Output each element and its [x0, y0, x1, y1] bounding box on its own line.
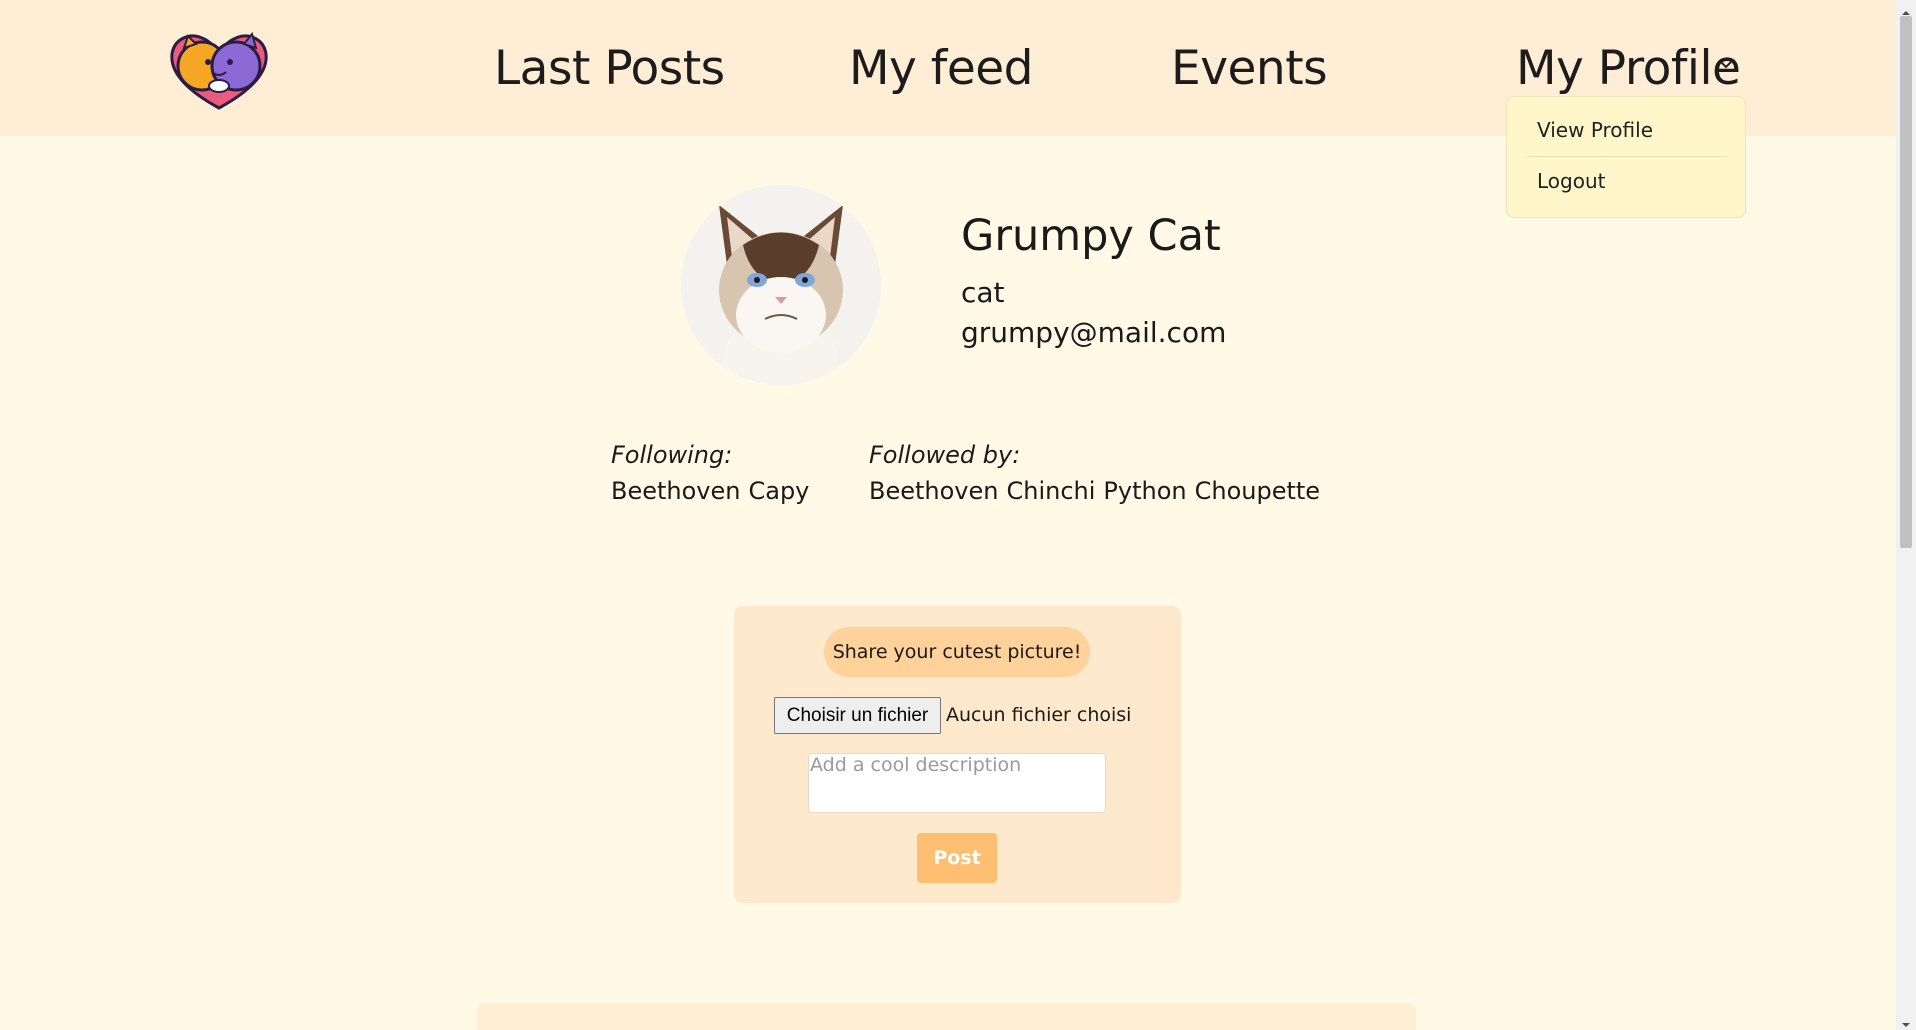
follower-user[interactable]: Python: [1103, 477, 1186, 505]
profile-email: grumpy@mail.com: [961, 316, 1227, 349]
menu-divider: [1527, 156, 1727, 157]
chevron-down-icon[interactable]: [1718, 56, 1734, 72]
follower-user[interactable]: Chinchi: [1006, 477, 1095, 505]
followed-by-list: Beethoven Chinchi Python Choupette: [869, 476, 1328, 506]
avatar: [681, 185, 881, 385]
post-card-preview: [477, 1003, 1416, 1030]
follower-user[interactable]: Choupette: [1195, 477, 1320, 505]
nav-link-my-feed[interactable]: My feed: [849, 40, 1034, 98]
following-user[interactable]: Beethoven: [611, 477, 740, 505]
scrollbar-thumb[interactable]: [1900, 16, 1912, 548]
nav-link-my-profile[interactable]: My Profile: [1516, 40, 1741, 98]
following-label: Following:: [611, 441, 733, 469]
scroll-up-icon[interactable]: [1901, 3, 1911, 15]
new-post-card: Share your cutest picture! Choisir un fi…: [734, 606, 1181, 903]
profile-dropdown-menu: View Profile Logout: [1506, 96, 1746, 218]
following-list: Beethoven Capy: [611, 476, 817, 506]
menu-item-view-profile[interactable]: View Profile: [1537, 117, 1653, 143]
file-status-text: Aucun fichier choisi: [946, 704, 1132, 726]
menu-item-logout[interactable]: Logout: [1537, 168, 1605, 194]
post-button[interactable]: Post: [917, 833, 997, 883]
follower-user[interactable]: Beethoven: [869, 477, 998, 505]
profile-name: Grumpy Cat: [961, 211, 1221, 261]
profile-species: cat: [961, 276, 1005, 309]
nav-link-events[interactable]: Events: [1171, 40, 1328, 98]
scroll-down-icon[interactable]: [1901, 1015, 1911, 1027]
choose-file-button[interactable]: Choisir un fichier: [774, 697, 941, 734]
share-picture-label: Share your cutest picture!: [824, 627, 1090, 677]
following-user[interactable]: Capy: [748, 477, 809, 505]
description-textarea[interactable]: [808, 753, 1106, 813]
followed-by-label: Followed by:: [869, 441, 1021, 469]
scrollbar[interactable]: [1896, 0, 1916, 1030]
nav-link-last-posts[interactable]: Last Posts: [494, 40, 725, 98]
logo-icon[interactable]: [166, 28, 272, 110]
